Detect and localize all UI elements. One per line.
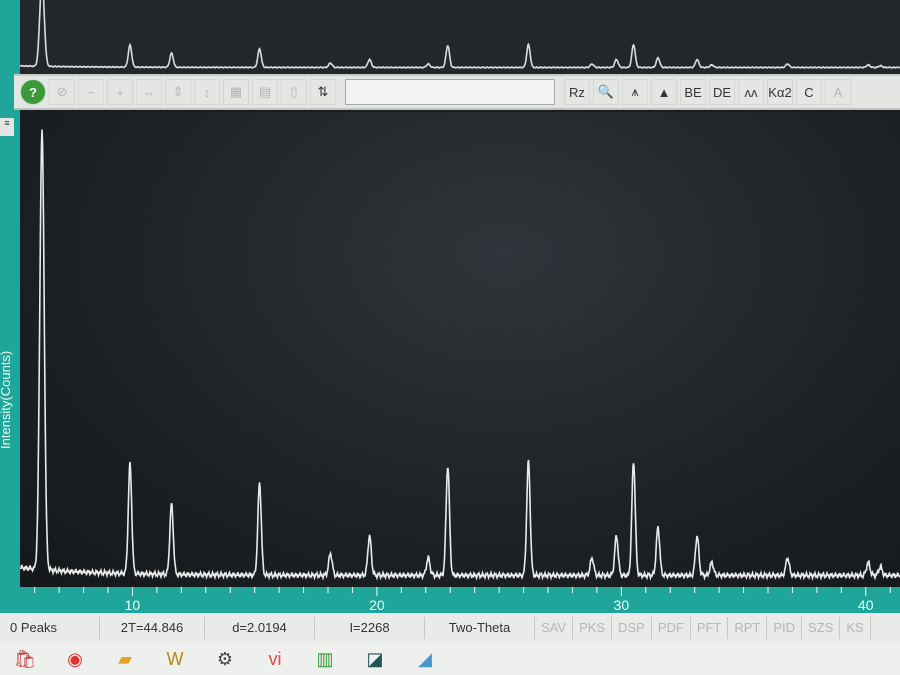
settings-icon[interactable]: ⚙	[200, 644, 250, 674]
grid2-button[interactable]: ▤	[252, 79, 278, 105]
blank-button[interactable]: ▯	[281, 79, 307, 105]
peak-marker	[527, 463, 530, 465]
expand-h-button[interactable]: ⇔	[136, 79, 162, 105]
peak-marker	[170, 507, 173, 509]
peak-marker	[786, 63, 789, 66]
peak-marker	[711, 64, 713, 67]
peak-marker	[632, 463, 635, 465]
tab-szs[interactable]: SZS	[802, 617, 841, 639]
peak-marker	[657, 57, 659, 60]
peak-marker	[170, 53, 173, 55]
pattern-series-line	[19, 129, 900, 582]
peak-marker	[867, 64, 869, 67]
d-spacing-readout: d=2.0194	[205, 617, 315, 639]
peak-marker	[447, 467, 449, 470]
explorer-icon[interactable]: ▰	[100, 644, 150, 674]
x-tick-label: 30	[614, 597, 630, 613]
profile-button[interactable]: ʌʌ	[738, 79, 764, 105]
peak-marker	[615, 59, 618, 61]
tab-dsp[interactable]: DSP	[612, 617, 652, 639]
peak-marker	[427, 63, 430, 66]
tab-rpt[interactable]: RPT	[728, 617, 768, 639]
help-button[interactable]: ?	[20, 79, 46, 105]
peak-marker	[879, 568, 882, 570]
overview-pattern-panel[interactable]	[19, 0, 900, 74]
peak-marker	[41, 139, 43, 141]
y-axis-label: Intensity(Counts)	[0, 350, 13, 450]
vi-app-icon[interactable]: vi	[250, 644, 300, 674]
plus-button[interactable]: +	[107, 79, 133, 105]
taskbar: 🛍 ◉ ▰ W ⚙ vi ▥ ◪ ◢	[0, 643, 900, 675]
peak-marker	[527, 44, 530, 46]
tab-pft[interactable]: PFT	[691, 617, 729, 639]
c-button[interactable]: C	[796, 79, 822, 105]
peak-marker	[867, 564, 869, 566]
toolbar: ? ⊘ − + ⇔ ⇕ ↕ ▦ ▤ ▯ ⇅ Rz 🔍 ⩚ ▲ BE DE ʌʌ Kα2 C A	[14, 74, 900, 110]
peak-marker	[368, 59, 371, 61]
x-tick-label: 40	[858, 597, 874, 613]
peak-marker	[368, 537, 371, 540]
peak-marker	[129, 45, 131, 47]
peaks-count: 0 Peaks	[0, 617, 100, 639]
image-app-icon[interactable]: ◪	[350, 644, 400, 674]
peak-marker	[879, 65, 882, 67]
peak-marker	[711, 564, 713, 566]
peak-marker	[632, 44, 635, 46]
minus-button[interactable]: −	[78, 79, 104, 105]
scale-v-button[interactable]: ↕	[194, 79, 220, 105]
tab-pdf[interactable]: PDF	[652, 617, 691, 639]
peak-marker	[258, 48, 261, 51]
w-app-icon[interactable]: W	[150, 644, 200, 674]
peak-marker	[329, 62, 332, 65]
x-axis: 10 20 30 40	[0, 587, 900, 615]
tab-pks[interactable]: PKS	[573, 617, 613, 639]
overview-chart	[19, 0, 900, 70]
peak-marker	[329, 555, 332, 557]
peak-label-button[interactable]: ⩚	[622, 79, 648, 105]
tab-sav[interactable]: SAV	[535, 617, 574, 639]
chrome-icon[interactable]: ◉	[50, 644, 100, 674]
peak-marker	[615, 537, 618, 540]
intensity-readout: I=2268	[315, 617, 425, 639]
peak-marker	[696, 59, 698, 61]
peak-marker	[591, 559, 593, 562]
x-tick-label: 10	[125, 597, 141, 613]
main-chart	[19, 129, 900, 582]
peak-marker	[129, 467, 131, 470]
de-button[interactable]: DE	[709, 79, 735, 105]
grid-button[interactable]: ▦	[223, 79, 249, 105]
x-mode-selector[interactable]: Two-Theta	[425, 617, 535, 639]
main-pattern-plot[interactable]	[19, 112, 900, 587]
command-input[interactable]	[345, 79, 555, 105]
status-bar: 0 Peaks 2T=44.846 d=2.0194 I=2268 Two-Th…	[0, 613, 900, 643]
peak-marker	[786, 559, 789, 562]
spin-button[interactable]: ⇅	[310, 79, 336, 105]
peak-marker	[696, 537, 698, 540]
tab-ks[interactable]: KS	[840, 617, 871, 639]
stop-button[interactable]: ⊘	[49, 79, 75, 105]
store-icon[interactable]: 🛍	[0, 644, 50, 674]
rz-button[interactable]: Rz	[564, 79, 590, 105]
tab-pid[interactable]: PID	[767, 617, 803, 639]
chart-app-icon[interactable]: ▥	[300, 644, 350, 674]
peak-marker	[427, 559, 430, 562]
x-axis-ticks: 10 20 30 40	[34, 587, 891, 613]
two-theta-readout: 2T=44.846	[100, 617, 205, 639]
peak-marker	[657, 529, 659, 531]
disabled-button[interactable]: A	[825, 79, 851, 105]
be-button[interactable]: BE	[680, 79, 706, 105]
peak-marker	[591, 63, 593, 66]
peak-marker	[447, 45, 449, 47]
pattern-series-line	[19, 0, 900, 70]
peak-fill-button[interactable]: ▲	[651, 79, 677, 105]
x-tick-label: 20	[369, 597, 385, 613]
zoom-button[interactable]: 🔍	[593, 79, 619, 105]
peak-marker	[258, 485, 261, 487]
jade-app-icon[interactable]: ◢	[400, 644, 450, 674]
side-menu-button[interactable]: ≡	[0, 118, 14, 136]
ka2-button[interactable]: Kα2	[767, 79, 793, 105]
expand-v-button[interactable]: ⇕	[165, 79, 191, 105]
